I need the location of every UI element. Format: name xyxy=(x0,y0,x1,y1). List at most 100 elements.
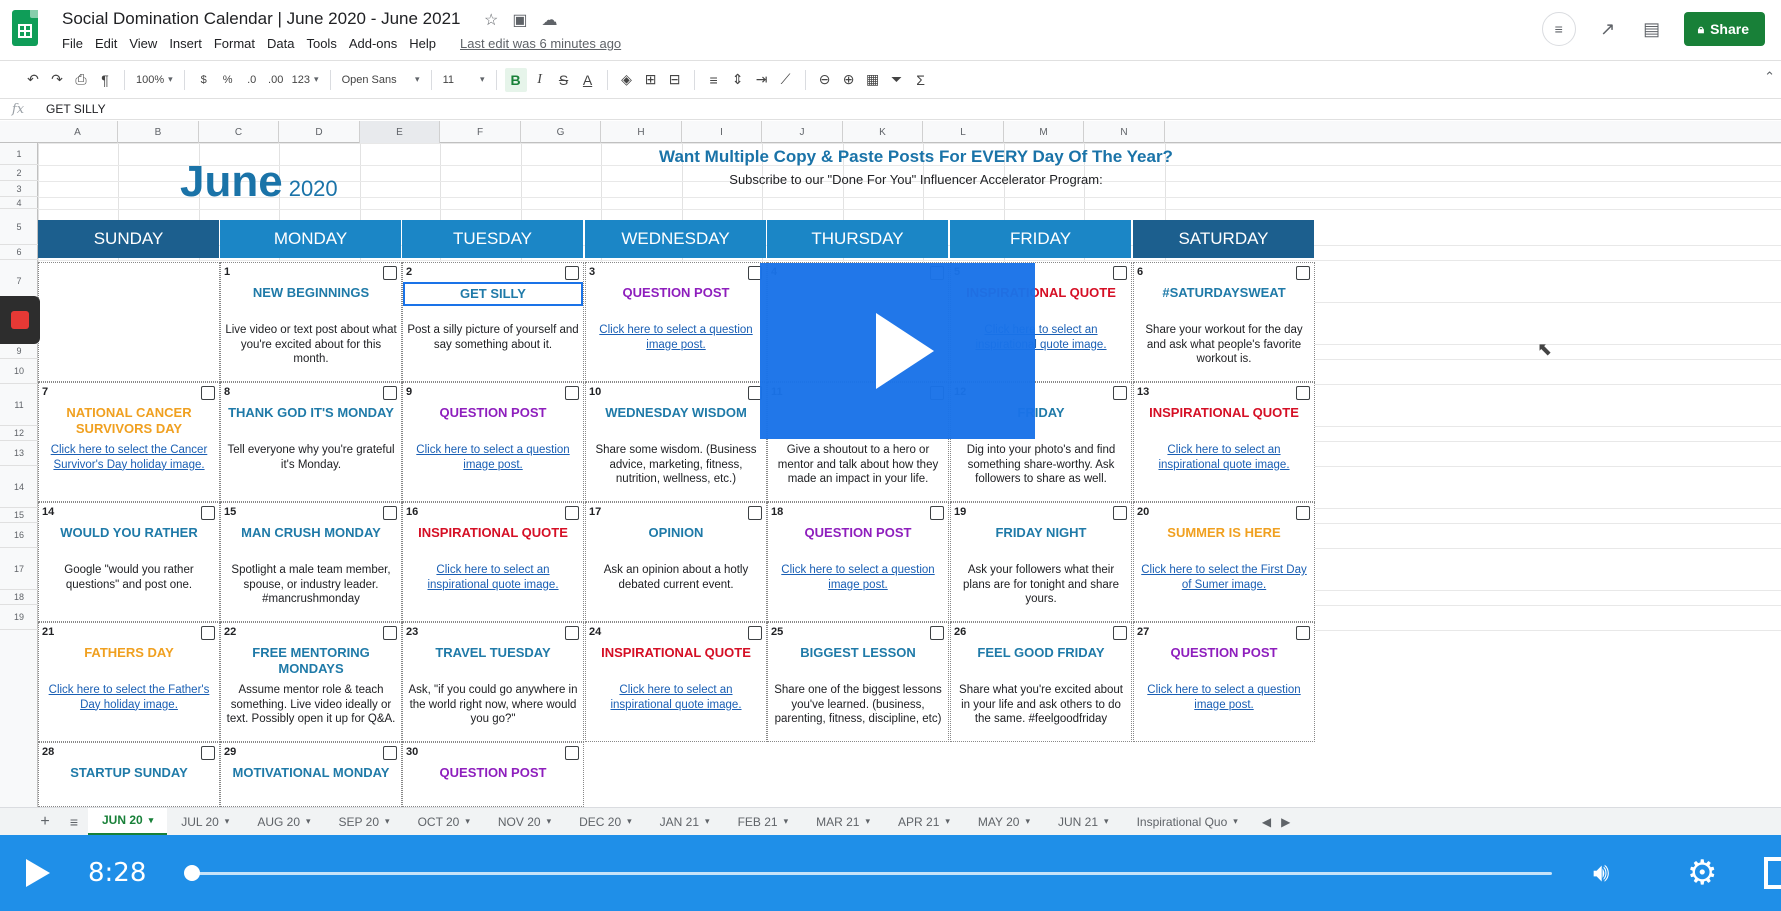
row-header-1[interactable]: 1 xyxy=(0,143,38,165)
column-header-c[interactable]: C xyxy=(199,121,279,143)
calendar-day-23[interactable]: 23 TRAVEL TUESDAY Ask, "if you could go an… xyxy=(402,622,584,742)
post-headline[interactable]: OPINION xyxy=(588,525,764,541)
formula-input[interactable]: GET SILLY xyxy=(36,102,106,116)
vertical-align-icon[interactable]: ⇕ xyxy=(727,68,749,92)
menu-tools[interactable]: Tools xyxy=(306,36,336,51)
done-checkbox[interactable] xyxy=(565,386,579,400)
sheet-tab-may-20[interactable]: MAY 20 xyxy=(964,808,1044,835)
image-link[interactable]: Click here to select the First Day of Su… xyxy=(1138,563,1310,592)
row-header-9[interactable]: 9 xyxy=(0,344,38,359)
post-headline[interactable]: FEEL GOOD FRIDAY xyxy=(953,645,1129,661)
menu-insert[interactable]: Insert xyxy=(169,36,202,51)
image-link[interactable]: Click here to select the Cancer Survivor… xyxy=(43,443,215,472)
settings-gear-icon[interactable]: ⚙ xyxy=(1687,853,1717,893)
post-headline[interactable]: MAN CRUSH MONDAY xyxy=(223,525,399,541)
sheets-logo-icon[interactable] xyxy=(12,10,38,46)
done-checkbox[interactable] xyxy=(930,506,944,520)
column-header-b[interactable]: B xyxy=(118,121,199,143)
comment-history-icon[interactable]: ≡ xyxy=(1541,12,1576,46)
calendar-day-29[interactable]: 29 MOTIVATIONAL MONDAY xyxy=(220,742,402,807)
calendar-day-18[interactable]: 18 QUESTION POST Click here to select a qu… xyxy=(767,502,949,622)
sheet-tab-dec-20[interactable]: DEC 20 xyxy=(565,808,646,835)
image-link[interactable]: Click here to select an inspirational qu… xyxy=(590,683,762,712)
post-headline[interactable]: FREE MENTORING MONDAYS xyxy=(223,645,399,677)
post-headline[interactable]: INSPIRATIONAL QUOTE xyxy=(588,645,764,661)
menu-help[interactable]: Help xyxy=(409,36,436,51)
video-progress-track[interactable] xyxy=(192,872,1552,875)
row-header-15[interactable]: 15 xyxy=(0,508,38,523)
text-rotation-icon[interactable]: ⟋ xyxy=(775,68,797,92)
percent-format-button[interactable]: % xyxy=(217,68,239,92)
sheet-tab-jun-20[interactable]: JUN 20 xyxy=(88,808,168,835)
calendar-day-7[interactable]: 7 NATIONAL CANCER SURVIVORS DAY Click here… xyxy=(38,382,220,502)
post-headline[interactable]: GET SILLY xyxy=(403,282,583,306)
calendar-day-3[interactable]: 3 QUESTION POST Click here to select a que… xyxy=(585,262,767,382)
image-link[interactable]: Click here to select a question image po… xyxy=(1138,683,1310,712)
font-family-select[interactable]: Open Sans xyxy=(339,68,423,92)
calendar-cell-empty[interactable] xyxy=(38,262,220,382)
collapse-menus-icon[interactable]: ⌃ xyxy=(1764,69,1775,85)
filter-icon[interactable]: ⏷ xyxy=(886,68,908,92)
sheet-tab-aug-20[interactable]: AUG 20 xyxy=(243,808,324,835)
post-headline[interactable]: STARTUP SUNDAY xyxy=(41,765,217,781)
insert-chart-icon[interactable]: ▦ xyxy=(862,68,884,92)
row-header-10[interactable]: 10 xyxy=(0,359,38,384)
post-headline[interactable]: #SATURDAYSWEAT xyxy=(1136,285,1312,301)
post-headline[interactable]: BIGGEST LESSON xyxy=(770,645,946,661)
done-checkbox[interactable] xyxy=(1296,506,1310,520)
menu-file[interactable]: File xyxy=(62,36,83,51)
sheet-tab-jul-20[interactable]: JUL 20 xyxy=(167,808,243,835)
calendar-day-25[interactable]: 25 BIGGEST LESSON Share one of the biggest… xyxy=(767,622,949,742)
done-checkbox[interactable] xyxy=(201,386,215,400)
done-checkbox[interactable] xyxy=(383,626,397,640)
spreadsheet-grid[interactable]: ABCDEFGHIJKLMN 1234567891011121314151617… xyxy=(0,121,1781,807)
bold-button[interactable]: B xyxy=(504,67,527,92)
calendar-day-21[interactable]: 21 FATHERS DAY Click here to select the Fa… xyxy=(38,622,220,742)
horizontal-align-icon[interactable]: ≡ xyxy=(703,68,725,92)
fullscreen-icon[interactable] xyxy=(1764,857,1781,889)
column-header-a[interactable]: A xyxy=(38,121,118,143)
column-header-g[interactable]: G xyxy=(521,121,601,143)
more-formats-select[interactable]: 123 xyxy=(289,68,322,92)
video-play-overlay[interactable] xyxy=(760,263,1035,439)
done-checkbox[interactable] xyxy=(1296,266,1310,280)
sheet-tab-jun-21[interactable]: JUN 21 xyxy=(1044,808,1123,835)
text-wrapping-icon[interactable]: ⇥ xyxy=(751,68,773,92)
paint-format-icon[interactable]: ¶ xyxy=(94,68,116,92)
post-headline[interactable]: QUESTION POST xyxy=(770,525,946,541)
calendar-cell-empty[interactable] xyxy=(1133,742,1315,807)
row-header-2[interactable]: 2 xyxy=(0,165,38,181)
tab-scroll-left-icon[interactable]: ◀ xyxy=(1262,815,1271,829)
calendar-day-13[interactable]: 13 INSPIRATIONAL QUOTE Click here to selec… xyxy=(1133,382,1315,502)
done-checkbox[interactable] xyxy=(1113,506,1127,520)
image-link[interactable]: Click here to select an inspirational qu… xyxy=(1138,443,1310,472)
post-headline[interactable]: FATHERS DAY xyxy=(41,645,217,661)
post-headline[interactable]: QUESTION POST xyxy=(405,765,581,781)
post-headline[interactable]: WEDNESDAY WISDOM xyxy=(588,405,764,421)
move-folder-icon[interactable]: ▣ xyxy=(512,10,527,30)
image-link[interactable]: Click here to select a question image po… xyxy=(590,323,762,352)
post-headline[interactable]: INSPIRATIONAL QUOTE xyxy=(1136,405,1312,421)
column-header-n[interactable]: N xyxy=(1084,121,1165,143)
column-header-j[interactable]: J xyxy=(762,121,843,143)
column-header-k[interactable]: K xyxy=(843,121,923,143)
print-icon[interactable]: ⎙ xyxy=(70,68,92,92)
row-header-11[interactable]: 11 xyxy=(0,384,38,426)
undo-icon[interactable]: ↶ xyxy=(22,68,44,92)
menu-addons[interactable]: Add-ons xyxy=(349,36,397,51)
calendar-day-1[interactable]: 1 NEW BEGINNINGS Live video or text post a… xyxy=(220,262,402,382)
column-header-h[interactable]: H xyxy=(601,121,682,143)
calendar-day-16[interactable]: 16 INSPIRATIONAL QUOTE Click here to selec… xyxy=(402,502,584,622)
done-checkbox[interactable] xyxy=(565,746,579,760)
tab-scroll-right-icon[interactable]: ▶ xyxy=(1281,815,1290,829)
post-headline[interactable]: INSPIRATIONAL QUOTE xyxy=(405,525,581,541)
text-color-button[interactable]: A xyxy=(577,68,599,92)
done-checkbox[interactable] xyxy=(748,506,762,520)
sheet-tab-mar-21[interactable]: MAR 21 xyxy=(802,808,884,835)
insert-comment-icon[interactable]: ⊕ xyxy=(838,68,860,92)
calendar-day-28[interactable]: 28 STARTUP SUNDAY xyxy=(38,742,220,807)
done-checkbox[interactable] xyxy=(1113,626,1127,640)
done-checkbox[interactable] xyxy=(383,386,397,400)
row-header-13[interactable]: 13 xyxy=(0,441,38,466)
share-button[interactable]: 🔒︎ Share xyxy=(1683,12,1765,46)
